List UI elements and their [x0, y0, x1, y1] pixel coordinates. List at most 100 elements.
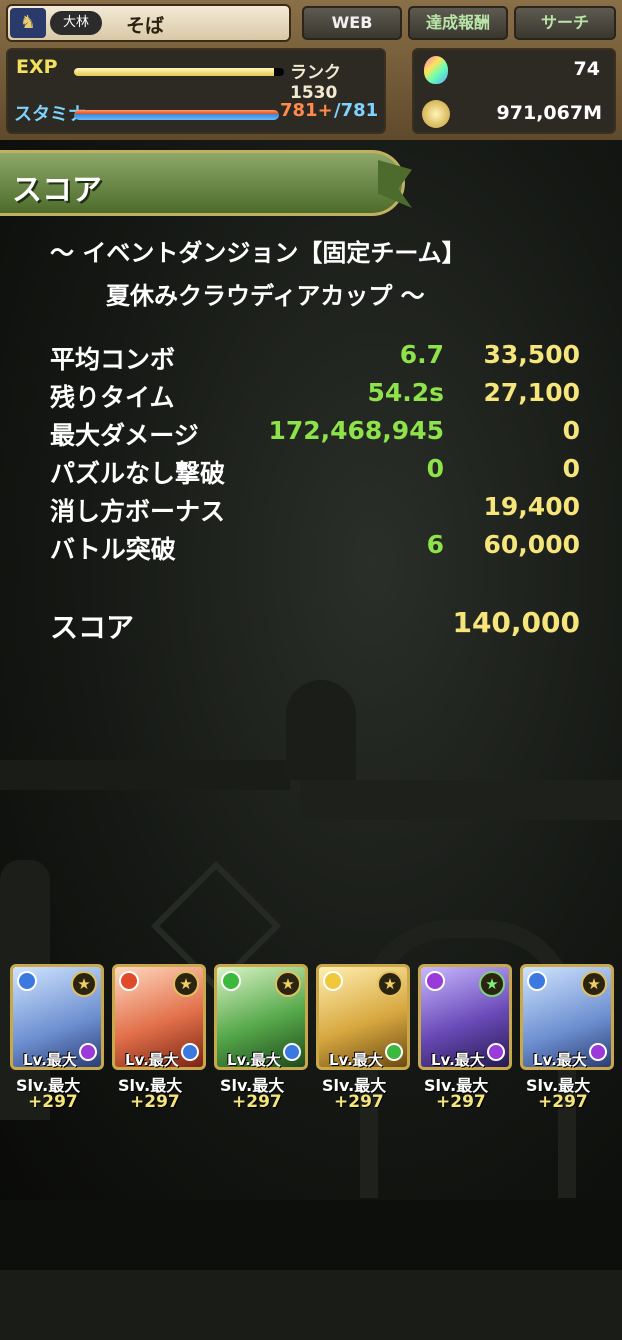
star-icon: ★: [479, 971, 505, 997]
stamina-bar-fill: [74, 110, 279, 120]
score-row-value: 6.7: [399, 340, 444, 369]
score-row-points: 0: [562, 454, 580, 483]
player-name: そば: [126, 15, 165, 37]
score-row-label: 残りタイム: [50, 383, 175, 412]
score-row-points: 60,000: [483, 530, 580, 559]
level-label: Lv.最大: [23, 1051, 77, 1069]
score-row: 消し方ボーナス 19,400: [50, 492, 580, 528]
team-member-card[interactable]: ★ Lv.最大 Slv.最大 +297: [112, 964, 206, 1114]
score-row-value: 172,468,945: [268, 416, 444, 445]
light-attribute-icon: [323, 971, 343, 991]
sub-attribute-icon: [385, 1043, 403, 1061]
plus-value: +297: [130, 1092, 180, 1112]
coin-icon: [422, 100, 450, 128]
total-score-row: スコア 140,000: [50, 606, 580, 646]
bg-floor: [0, 1270, 622, 1340]
score-header-title: スコア: [12, 173, 102, 208]
status-bar: ♞ 大林 そば WEB 達成報酬 サーチ EXP ランク1530 スタミナ 78…: [0, 0, 622, 140]
rank-badge: 大林: [50, 11, 102, 35]
sub-attribute-icon: [487, 1043, 505, 1061]
score-row: 残りタイム 54.2s 27,100: [50, 378, 580, 414]
monster-portrait: ★ Lv.最大: [10, 964, 104, 1070]
level-label: Lv.最大: [533, 1051, 587, 1069]
bg-wall: [300, 780, 622, 820]
score-header: スコア: [0, 150, 405, 216]
sub-attribute-icon: [181, 1043, 199, 1061]
plus-value: +297: [232, 1092, 282, 1112]
level-label: Lv.最大: [125, 1051, 179, 1069]
score-row-value: 54.2s: [367, 378, 444, 407]
stamina-max: /781: [334, 100, 379, 121]
player-row: ♞ 大林 そば WEB 達成報酬 サーチ: [6, 4, 616, 44]
bg-pillar: [286, 680, 356, 780]
exp-label: EXP: [16, 56, 58, 78]
exp-bar: [74, 68, 284, 76]
monster-portrait: ★ Lv.最大: [214, 964, 308, 1070]
bg-wall: [0, 760, 290, 790]
exp-bar-fill: [74, 68, 274, 76]
currency-panel: 74 971,067M: [412, 48, 616, 134]
monster-portrait: ★ Lv.最大: [418, 964, 512, 1070]
coin-count: 971,067M: [496, 102, 602, 124]
team-member-card[interactable]: ★ Lv.最大 Slv.最大 +297: [316, 964, 410, 1114]
score-row-label: バトル突破: [50, 535, 176, 564]
dungeon-name-line2: 夏休みクラウディアカップ ～: [106, 282, 425, 310]
star-icon: ★: [173, 971, 199, 997]
score-row: パズルなし撃破 0 0: [50, 454, 580, 490]
search-button[interactable]: サーチ: [514, 6, 616, 40]
score-row-points: 33,500: [483, 340, 580, 369]
level-label: Lv.最大: [329, 1051, 383, 1069]
score-row-label: 平均コンボ: [50, 345, 176, 374]
team-member-card[interactable]: ★ Lv.最大 Slv.最大 +297: [418, 964, 512, 1114]
star-icon: ★: [71, 971, 97, 997]
magic-stone-count: 74: [573, 58, 600, 80]
team-member-card[interactable]: ★ Lv.最大 Slv.最大 +297: [10, 964, 104, 1114]
avatar-icon: ♞: [10, 8, 46, 38]
fire-attribute-icon: [119, 971, 139, 991]
monster-portrait: ★ Lv.最大: [112, 964, 206, 1070]
score-row-value: 0: [426, 454, 444, 483]
score-row: 最大ダメージ 172,468,945 0: [50, 416, 580, 452]
plus-value: +297: [334, 1092, 384, 1112]
water-attribute-icon: [527, 971, 547, 991]
plus-value: +297: [538, 1092, 588, 1112]
score-row-points: 0: [562, 416, 580, 445]
level-label: Lv.最大: [431, 1051, 485, 1069]
sub-attribute-icon: [589, 1043, 607, 1061]
plus-value: +297: [436, 1092, 486, 1112]
team-member-card[interactable]: ★ Lv.最大 Slv.最大 +297: [520, 964, 614, 1114]
rank-label: ランク1530: [290, 63, 341, 103]
score-row-label: 最大ダメージ: [50, 421, 199, 450]
score-row-points: 27,100: [483, 378, 580, 407]
team-row: ★ Lv.最大 Slv.最大 +297 ★ Lv.最大 Slv.最大 +297 …: [10, 964, 614, 1124]
score-row: 平均コンボ 6.7 33,500: [50, 340, 580, 376]
score-row-label: パズルなし撃破: [50, 459, 226, 488]
team-member-card[interactable]: ★ Lv.最大 Slv.最大 +297: [214, 964, 308, 1114]
score-row-points: 19,400: [483, 492, 580, 521]
achievements-button[interactable]: 達成報酬: [408, 6, 508, 40]
score-row: バトル突破 6 60,000: [50, 530, 580, 566]
star-icon: ★: [275, 971, 301, 997]
total-score-value: 140,000: [452, 606, 580, 639]
score-row-label: 消し方ボーナス: [50, 497, 226, 526]
monster-portrait: ★ Lv.最大: [316, 964, 410, 1070]
dungeon-name-line1: ～ イベントダンジョン【固定チーム】: [50, 239, 466, 267]
player-name-box[interactable]: ♞ 大林 そば: [6, 4, 291, 42]
magic-stone-icon: [424, 56, 448, 84]
sub-attribute-icon: [79, 1043, 97, 1061]
sub-attribute-icon: [283, 1043, 301, 1061]
exp-stamina-panel: EXP ランク1530 スタミナ 781+ /781: [6, 48, 386, 134]
web-button[interactable]: WEB: [302, 6, 402, 40]
dark-attribute-icon: [425, 971, 445, 991]
star-icon: ★: [377, 971, 403, 997]
total-score-label: スコア: [50, 611, 135, 644]
wood-attribute-icon: [221, 971, 241, 991]
score-row-value: 6: [426, 530, 444, 559]
water-attribute-icon: [17, 971, 37, 991]
level-label: Lv.最大: [227, 1051, 281, 1069]
star-icon: ★: [581, 971, 607, 997]
stamina-bar: [74, 110, 279, 120]
monster-portrait: ★ Lv.最大: [520, 964, 614, 1070]
stamina-current: 781+: [280, 100, 333, 121]
plus-value: +297: [28, 1092, 78, 1112]
